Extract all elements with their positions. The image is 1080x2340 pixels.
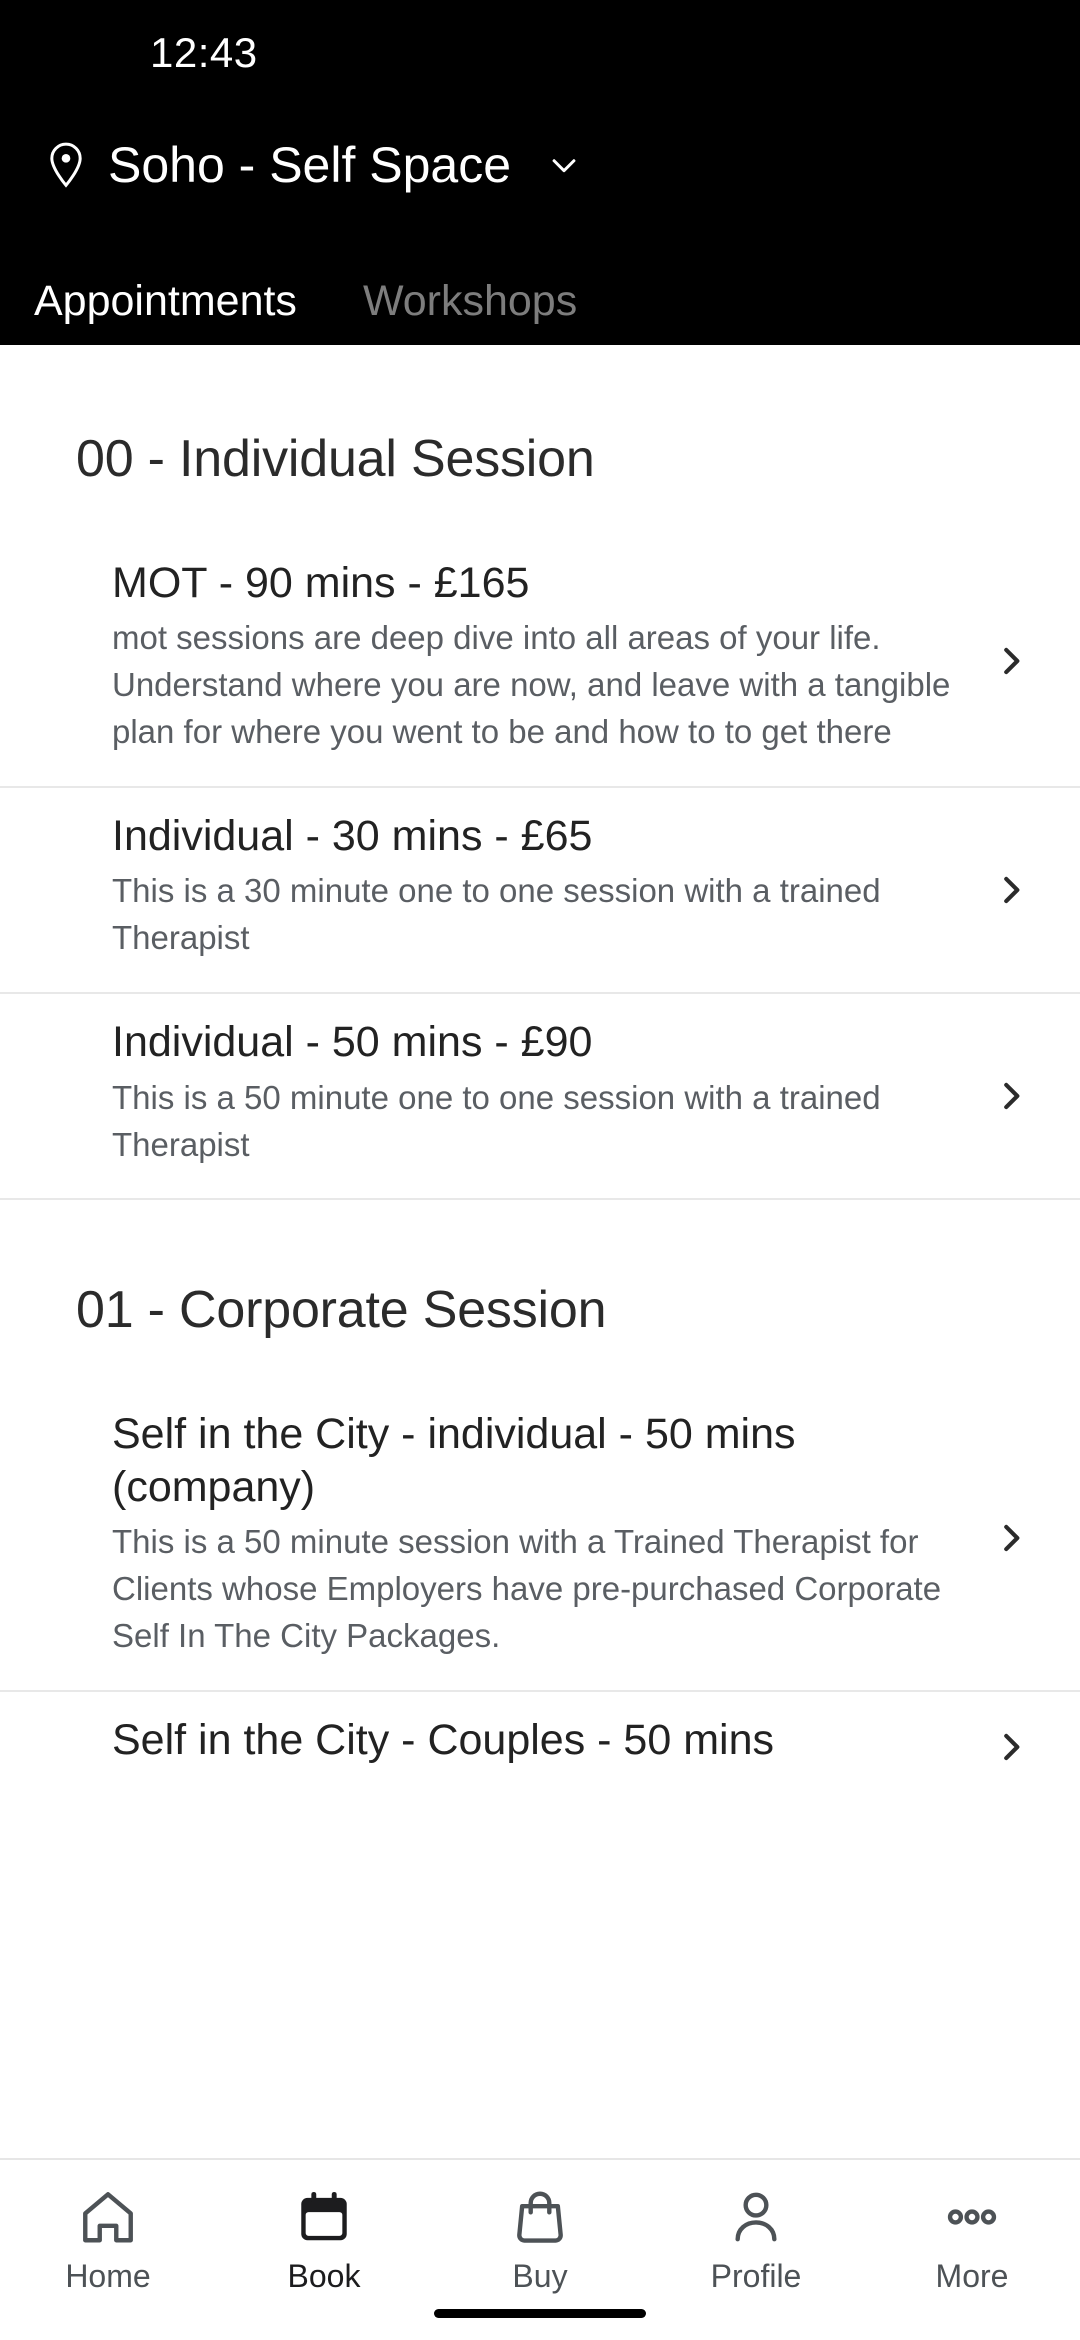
- app-screen: 12:43 Soho - Self Space Appointments Wor…: [0, 0, 1080, 2340]
- tab-workshops[interactable]: Workshops: [359, 280, 581, 323]
- service-list[interactable]: 00 - Individual Session MOT - 90 mins - …: [0, 345, 1080, 2158]
- chevron-right-icon[interactable]: [978, 1717, 1040, 1777]
- list-item-description: This is a 50 minute session with a Train…: [112, 1523, 942, 1654]
- nav-label: More: [935, 2258, 1009, 2294]
- list-item-text: MOT - 90 mins - £165 mot sessions are de…: [112, 535, 978, 786]
- location-selector[interactable]: Soho - Self Space: [0, 105, 1080, 225]
- person-icon: [725, 2186, 787, 2248]
- list-item-title: MOT - 90 mins - £165: [112, 559, 530, 607]
- location-name: Soho - Self Space: [108, 137, 512, 193]
- list-item[interactable]: Individual - 50 mins - £90 This is a 50 …: [0, 994, 1080, 1201]
- calendar-icon: [293, 2186, 355, 2248]
- list-item-text: Self in the City - Couples - 50 mins: [112, 1692, 978, 1802]
- home-indicator: [434, 2309, 646, 2318]
- section-header-corporate: 01 - Corporate Session: [76, 1281, 607, 1340]
- list-item[interactable]: Self in the City - individual - 50 mins …: [0, 1386, 1080, 1692]
- map-pin-icon: [46, 141, 86, 189]
- nav-label: Profile: [710, 2258, 802, 2294]
- section-header-individual: 00 - Individual Session: [76, 430, 595, 488]
- list-item-text: Individual - 30 mins - £65 This is a 30 …: [112, 788, 978, 992]
- chevron-right-icon[interactable]: [978, 1066, 1040, 1126]
- list-item[interactable]: Individual - 30 mins - £65 This is a 30 …: [0, 788, 1080, 995]
- tab-appointments[interactable]: Appointments: [30, 280, 301, 323]
- nav-item-profile[interactable]: Profile: [648, 2186, 864, 2292]
- chevron-down-icon[interactable]: [533, 148, 581, 182]
- app-header: 12:43 Soho - Self Space Appointments Wor…: [0, 0, 1080, 345]
- nav-item-more[interactable]: More: [864, 2186, 1080, 2292]
- nav-label: Home: [65, 2258, 151, 2294]
- list-item[interactable]: MOT - 90 mins - £165 mot sessions are de…: [0, 535, 1080, 789]
- list-item-title: Self in the City - Couples - 50 mins: [112, 1715, 774, 1764]
- list-item-text: Individual - 50 mins - £90 This is a 50 …: [112, 994, 978, 1198]
- list-item-title: Individual - 50 mins - £90: [112, 1018, 593, 1067]
- chevron-right-icon[interactable]: [978, 1508, 1040, 1568]
- shopping-bag-icon: [509, 2186, 571, 2248]
- list-item-title: Individual - 30 mins - £65: [112, 812, 593, 861]
- nav-item-book[interactable]: Book: [216, 2186, 432, 2292]
- nav-item-home[interactable]: Home: [0, 2186, 216, 2292]
- ellipsis-icon: [941, 2186, 1003, 2248]
- tab-bar: Appointments Workshops: [0, 225, 1080, 345]
- list-item-description: This is a 30 minute one to one session w…: [112, 872, 881, 957]
- chevron-right-icon[interactable]: [978, 631, 1040, 691]
- list-item[interactable]: Self in the City - Couples - 50 mins: [0, 1692, 1080, 1802]
- nav-item-buy[interactable]: Buy: [432, 2186, 648, 2292]
- list-item-text: Self in the City - individual - 50 mins …: [112, 1386, 978, 1689]
- nav-label: Book: [287, 2258, 361, 2294]
- status-bar-clock: 12:43: [150, 28, 258, 76]
- chevron-right-icon[interactable]: [978, 860, 1040, 920]
- list-item-description: This is a 50 minute one to one session w…: [112, 1078, 881, 1163]
- home-icon: [77, 2186, 139, 2248]
- list-item-title: Self in the City - individual - 50 mins …: [112, 1410, 796, 1511]
- status-bar: 12:43: [0, 0, 1080, 105]
- nav-label: Buy: [512, 2258, 568, 2294]
- list-item-description: mot sessions are deep dive into all area…: [112, 619, 951, 751]
